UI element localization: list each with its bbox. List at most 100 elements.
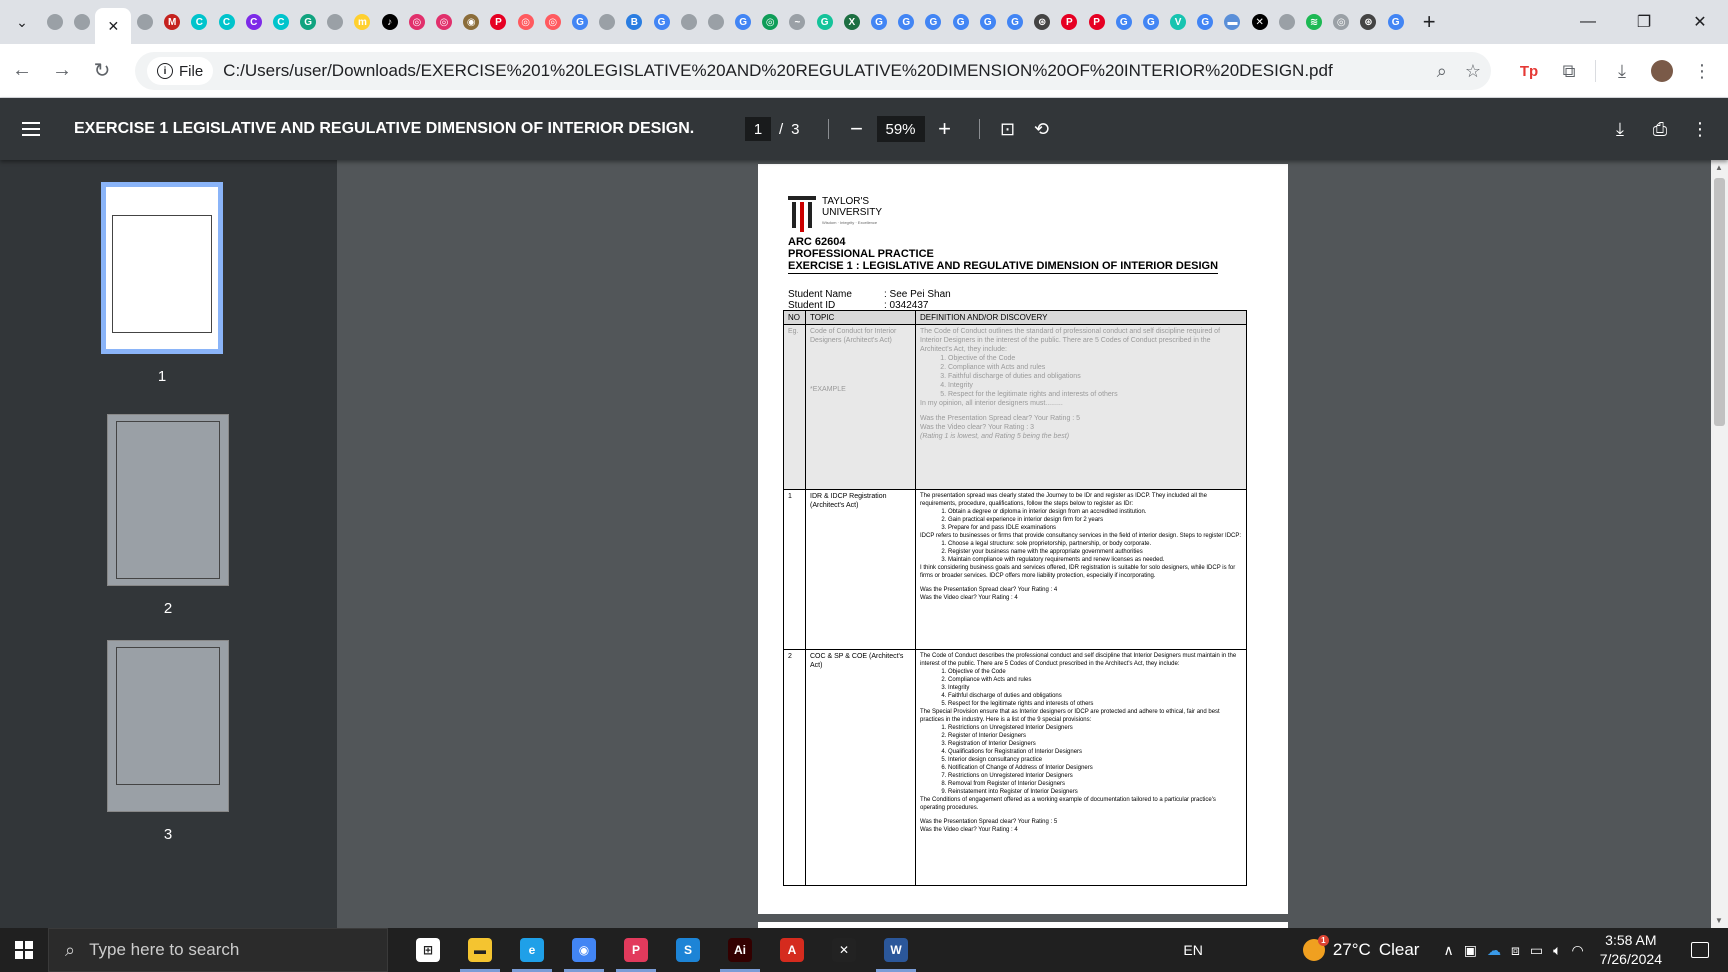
download-icon[interactable]: ⤓ xyxy=(1602,51,1642,91)
browser-tab[interactable]: G xyxy=(1192,5,1219,39)
chevron-up-icon[interactable]: ∧ xyxy=(1443,942,1453,959)
scroll-up-icon[interactable]: ▲ xyxy=(1715,163,1723,172)
meet-now-icon[interactable]: ▣ xyxy=(1464,942,1477,959)
start-button[interactable] xyxy=(0,928,48,972)
browser-tab[interactable]: C xyxy=(240,5,267,39)
taskbar-app[interactable]: P xyxy=(610,928,662,972)
browser-tab[interactable]: B xyxy=(621,5,648,39)
back-icon[interactable]: ← xyxy=(4,53,40,89)
browser-tab[interactable]: ◉ xyxy=(458,5,485,39)
browser-tab[interactable] xyxy=(702,5,729,39)
fit-to-page-icon[interactable]: ⊡ xyxy=(994,115,1022,143)
scrollbar-thumb[interactable] xyxy=(1714,178,1725,426)
browser-tab[interactable] xyxy=(594,5,621,39)
browser-tab[interactable]: V xyxy=(1165,5,1192,39)
browser-tab[interactable] xyxy=(41,5,68,39)
browser-tab[interactable]: ✕ xyxy=(95,8,132,44)
site-info-chip[interactable]: i File xyxy=(147,57,214,85)
taskbar-app[interactable]: A xyxy=(766,928,818,972)
url-text[interactable]: C:/Users/user/Downloads/EXERCISE%201%20L… xyxy=(223,61,1423,81)
restore-icon[interactable]: ❐ xyxy=(1616,0,1672,44)
profile-avatar[interactable] xyxy=(1642,51,1682,91)
rotate-icon[interactable]: ⟲ xyxy=(1028,115,1056,143)
browser-tab[interactable]: ◎ xyxy=(539,5,566,39)
browser-menu-icon[interactable]: ⋮ xyxy=(1682,51,1722,91)
browser-tab[interactable]: X xyxy=(838,5,865,39)
browser-tab[interactable]: C xyxy=(213,5,240,39)
browser-tab[interactable]: G xyxy=(730,5,757,39)
browser-tab[interactable]: ◎ xyxy=(512,5,539,39)
taskbar-app[interactable]: ⊞ xyxy=(402,928,454,972)
battery-icon[interactable]: ▭ xyxy=(1530,942,1543,959)
browser-tab[interactable]: ◎ xyxy=(757,5,784,39)
taskbar-search[interactable]: ⌕ Type here to search xyxy=(48,928,388,972)
browser-tab[interactable] xyxy=(68,5,95,39)
pdf-viewer[interactable]: TAYLOR'S UNIVERSITY Wisdom · Integrity ·… xyxy=(337,160,1728,928)
volume-icon[interactable]: 🔈︎ xyxy=(1553,942,1561,959)
browser-tab[interactable]: G xyxy=(648,5,675,39)
pdf-download-icon[interactable]: ⤓ xyxy=(1606,115,1634,143)
page-number-input[interactable]: 1 xyxy=(745,117,771,141)
thumbnail-image[interactable] xyxy=(101,182,223,354)
browser-tab[interactable]: ♪ xyxy=(376,5,403,39)
browser-tab[interactable]: G xyxy=(811,5,838,39)
more-actions-icon[interactable]: ⋮ xyxy=(1686,115,1714,143)
weather-widget[interactable]: 1 27°C Clear xyxy=(1302,935,1419,961)
browser-tab[interactable]: P xyxy=(1083,5,1110,39)
zoom-out-icon[interactable]: − xyxy=(843,115,871,143)
sidebar-menu-icon[interactable] xyxy=(22,122,54,136)
thumbnail-page-3[interactable]: 3 xyxy=(107,640,229,843)
browser-tab[interactable]: P xyxy=(485,5,512,39)
browser-tab[interactable]: m xyxy=(349,5,376,39)
onedrive-icon[interactable]: ☁ xyxy=(1487,942,1501,959)
browser-tab[interactable]: G xyxy=(1137,5,1164,39)
browser-tab[interactable]: G xyxy=(1382,5,1409,39)
clock[interactable]: 3:58 AM 7/26/2024 xyxy=(1600,931,1662,969)
wifi-icon[interactable]: ◠ xyxy=(1571,942,1583,959)
browser-tab[interactable]: ⊛ xyxy=(1355,5,1382,39)
taskbar-app[interactable]: ▬ xyxy=(454,928,506,972)
tab-search-chevron-icon[interactable]: ⌄ xyxy=(7,7,37,37)
new-tab-button[interactable]: + xyxy=(1415,8,1443,36)
forward-icon[interactable]: → xyxy=(44,53,80,89)
browser-tab[interactable]: ≋ xyxy=(1300,5,1327,39)
browser-tab[interactable]: G xyxy=(893,5,920,39)
scroll-down-icon[interactable]: ▼ xyxy=(1715,916,1723,925)
taskbar-app[interactable]: ✕ xyxy=(818,928,870,972)
browser-tab[interactable]: M xyxy=(159,5,186,39)
zoom-icon[interactable]: ⌕ xyxy=(1437,61,1447,82)
browser-tab[interactable]: G xyxy=(947,5,974,39)
extension-tp-icon[interactable]: Tp xyxy=(1509,51,1549,91)
browser-tab[interactable] xyxy=(1273,5,1300,39)
browser-tab[interactable]: G xyxy=(1001,5,1028,39)
minimize-icon[interactable]: — xyxy=(1560,0,1616,44)
browser-tab[interactable]: ◎ xyxy=(1328,5,1355,39)
thumbnail-page-1[interactable]: 1 xyxy=(101,182,223,385)
close-window-icon[interactable]: ✕ xyxy=(1672,0,1728,44)
browser-tab[interactable]: P xyxy=(1056,5,1083,39)
browser-tab[interactable] xyxy=(675,5,702,39)
browser-tab[interactable]: G xyxy=(974,5,1001,39)
address-bar[interactable]: i File C:/Users/user/Downloads/EXERCISE%… xyxy=(135,52,1491,90)
taskbar-app[interactable]: e xyxy=(506,928,558,972)
browser-tab[interactable]: G xyxy=(1110,5,1137,39)
taskbar-app[interactable]: S xyxy=(662,928,714,972)
thumbnail-page-2[interactable]: 2 xyxy=(107,414,229,617)
taskbar-app[interactable]: W xyxy=(870,928,922,972)
device-icon[interactable]: ⧈ xyxy=(1511,942,1520,959)
browser-tab[interactable]: G xyxy=(920,5,947,39)
browser-tab[interactable]: G xyxy=(865,5,892,39)
thumbnail-image[interactable] xyxy=(107,414,229,586)
taskbar-app[interactable]: Ai xyxy=(714,928,766,972)
browser-tab[interactable]: ◎ xyxy=(430,5,457,39)
extensions-puzzle-icon[interactable]: ⧉ xyxy=(1549,51,1589,91)
browser-tab[interactable]: C xyxy=(186,5,213,39)
browser-tab[interactable] xyxy=(131,5,158,39)
zoom-in-icon[interactable]: + xyxy=(931,115,959,143)
vertical-scrollbar[interactable]: ▲ ▼ xyxy=(1711,160,1728,928)
browser-tab[interactable]: ~ xyxy=(784,5,811,39)
browser-tab[interactable]: ⊛ xyxy=(1029,5,1056,39)
browser-tab[interactable]: ◎ xyxy=(403,5,430,39)
language-indicator[interactable]: EN xyxy=(1183,942,1202,958)
browser-tab[interactable] xyxy=(322,5,349,39)
